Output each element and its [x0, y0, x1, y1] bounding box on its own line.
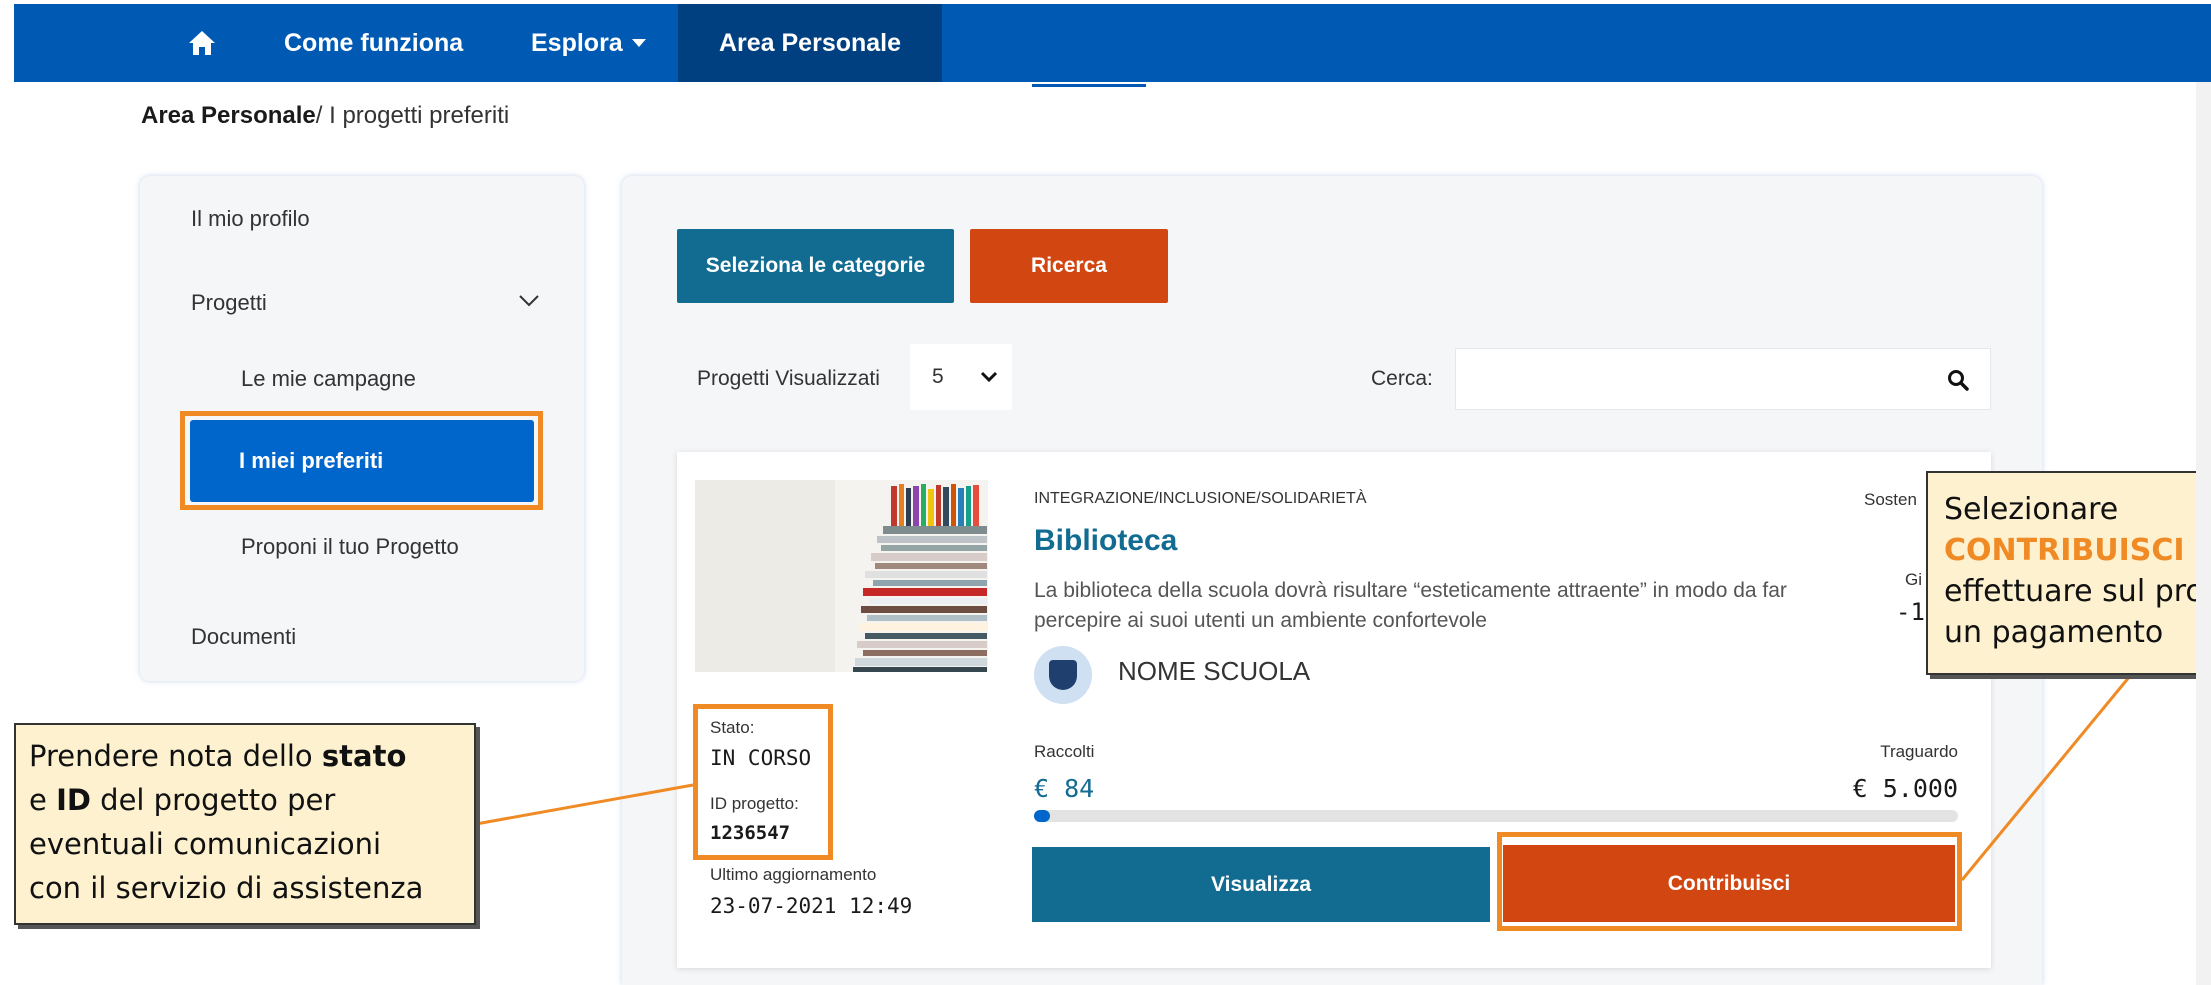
sidebar-item-propose-project[interactable]: Proponi il tuo Progetto — [241, 534, 459, 560]
page-scrollbar[interactable] — [2196, 82, 2211, 985]
callout-left-line4: con il servizio di assistenza — [29, 871, 424, 905]
project-id-value: 1236547 — [710, 822, 791, 844]
view-button[interactable]: Visualizza — [1032, 847, 1490, 922]
project-category: INTEGRAZIONE/INCLUSIONE/SOLIDARIETÀ — [1034, 490, 1367, 507]
project-title[interactable]: Biblioteca — [1034, 524, 1177, 558]
days-label: Gi — [1905, 570, 1922, 589]
search-icon[interactable] — [1947, 369, 1969, 396]
breadcrumb: Area Personale/ I progetti preferiti — [141, 102, 509, 130]
raised-label: Raccolti — [1034, 742, 1095, 761]
last-updated-label: Ultimo aggiornamento — [710, 865, 877, 884]
nav-explore[interactable]: Esplora — [531, 4, 647, 82]
top-navbar: Come funziona Esplora Area Personale — [14, 4, 2211, 82]
school-name: NOME SCUOLA — [1118, 656, 1311, 686]
home-icon[interactable] — [178, 4, 226, 82]
callout-right-line2: CONTRIBUISCI pe — [1944, 533, 2211, 568]
status-label: Stato: — [710, 718, 755, 737]
sidebar-item-documents[interactable]: Documenti — [191, 624, 296, 650]
days-value: -1 — [1896, 598, 1925, 626]
callout-left: Prendere nota dello stato e ID del proge… — [14, 723, 476, 925]
chevron-down-icon — [980, 371, 998, 383]
projects-shown-select[interactable]: 5 — [910, 344, 1012, 410]
callout-right: Selezionare CONTRIBUISCI pe effettuare s… — [1926, 471, 2211, 675]
nav-explore-label: Esplora — [531, 28, 623, 57]
search-label: Cerca: — [1371, 367, 1433, 390]
search-input[interactable] — [1455, 348, 1991, 410]
supporters-label: Sosten — [1864, 490, 1917, 509]
chevron-down-icon[interactable] — [518, 294, 540, 313]
projects-shown-value: 5 — [932, 365, 944, 388]
callout-right-line3: effettuare sul pro — [1944, 574, 2204, 609]
project-description: La biblioteca della scuola dovrà risulta… — [1034, 579, 1787, 632]
project-image[interactable] — [695, 480, 988, 672]
active-tab-indicator — [1032, 84, 1146, 87]
goal-value: € 5.000 — [1852, 774, 1958, 803]
breadcrumb-root[interactable]: Area Personale — [141, 102, 316, 129]
sidebar-item-profile[interactable]: Il mio profilo — [191, 206, 310, 232]
goal-label: Traguardo — [1880, 742, 1958, 761]
school-shield-icon — [1049, 660, 1077, 690]
breadcrumb-current: I progetti preferiti — [322, 102, 510, 129]
callout-right-line4: un pagamento — [1944, 615, 2164, 650]
search-button[interactable]: Ricerca — [970, 229, 1168, 303]
sidebar-item-projects[interactable]: Progetti — [191, 290, 267, 316]
callout-left-line3: eventuali comunicazioni — [29, 827, 382, 861]
last-updated-value: 23-07-2021 12:49 — [710, 894, 913, 918]
funding-progress-bar — [1034, 810, 1958, 822]
caret-down-icon — [631, 39, 646, 47]
callout-left-line1: Prendere nota dello stato — [29, 739, 407, 773]
select-categories-button[interactable]: Seleziona le categorie — [677, 229, 954, 303]
nav-how-it-works[interactable]: Come funziona — [284, 4, 463, 82]
contribute-button[interactable]: Contribuisci — [1503, 845, 1955, 922]
nav-personal-area[interactable]: Area Personale — [678, 4, 942, 82]
project-id-label: ID progetto: — [710, 794, 799, 813]
callout-left-line2: e ID del progetto per — [29, 783, 336, 817]
projects-shown-label: Progetti Visualizzati — [697, 367, 880, 390]
sidebar-item-my-campaigns[interactable]: Le mie campagne — [241, 366, 416, 392]
status-value: IN CORSO — [710, 746, 812, 770]
sidebar-item-my-favorites[interactable]: I miei preferiti — [190, 420, 534, 502]
callout-right-line1: Selezionare — [1944, 492, 2119, 527]
funding-progress-fill — [1034, 810, 1050, 822]
raised-value: € 84 — [1034, 774, 1095, 803]
